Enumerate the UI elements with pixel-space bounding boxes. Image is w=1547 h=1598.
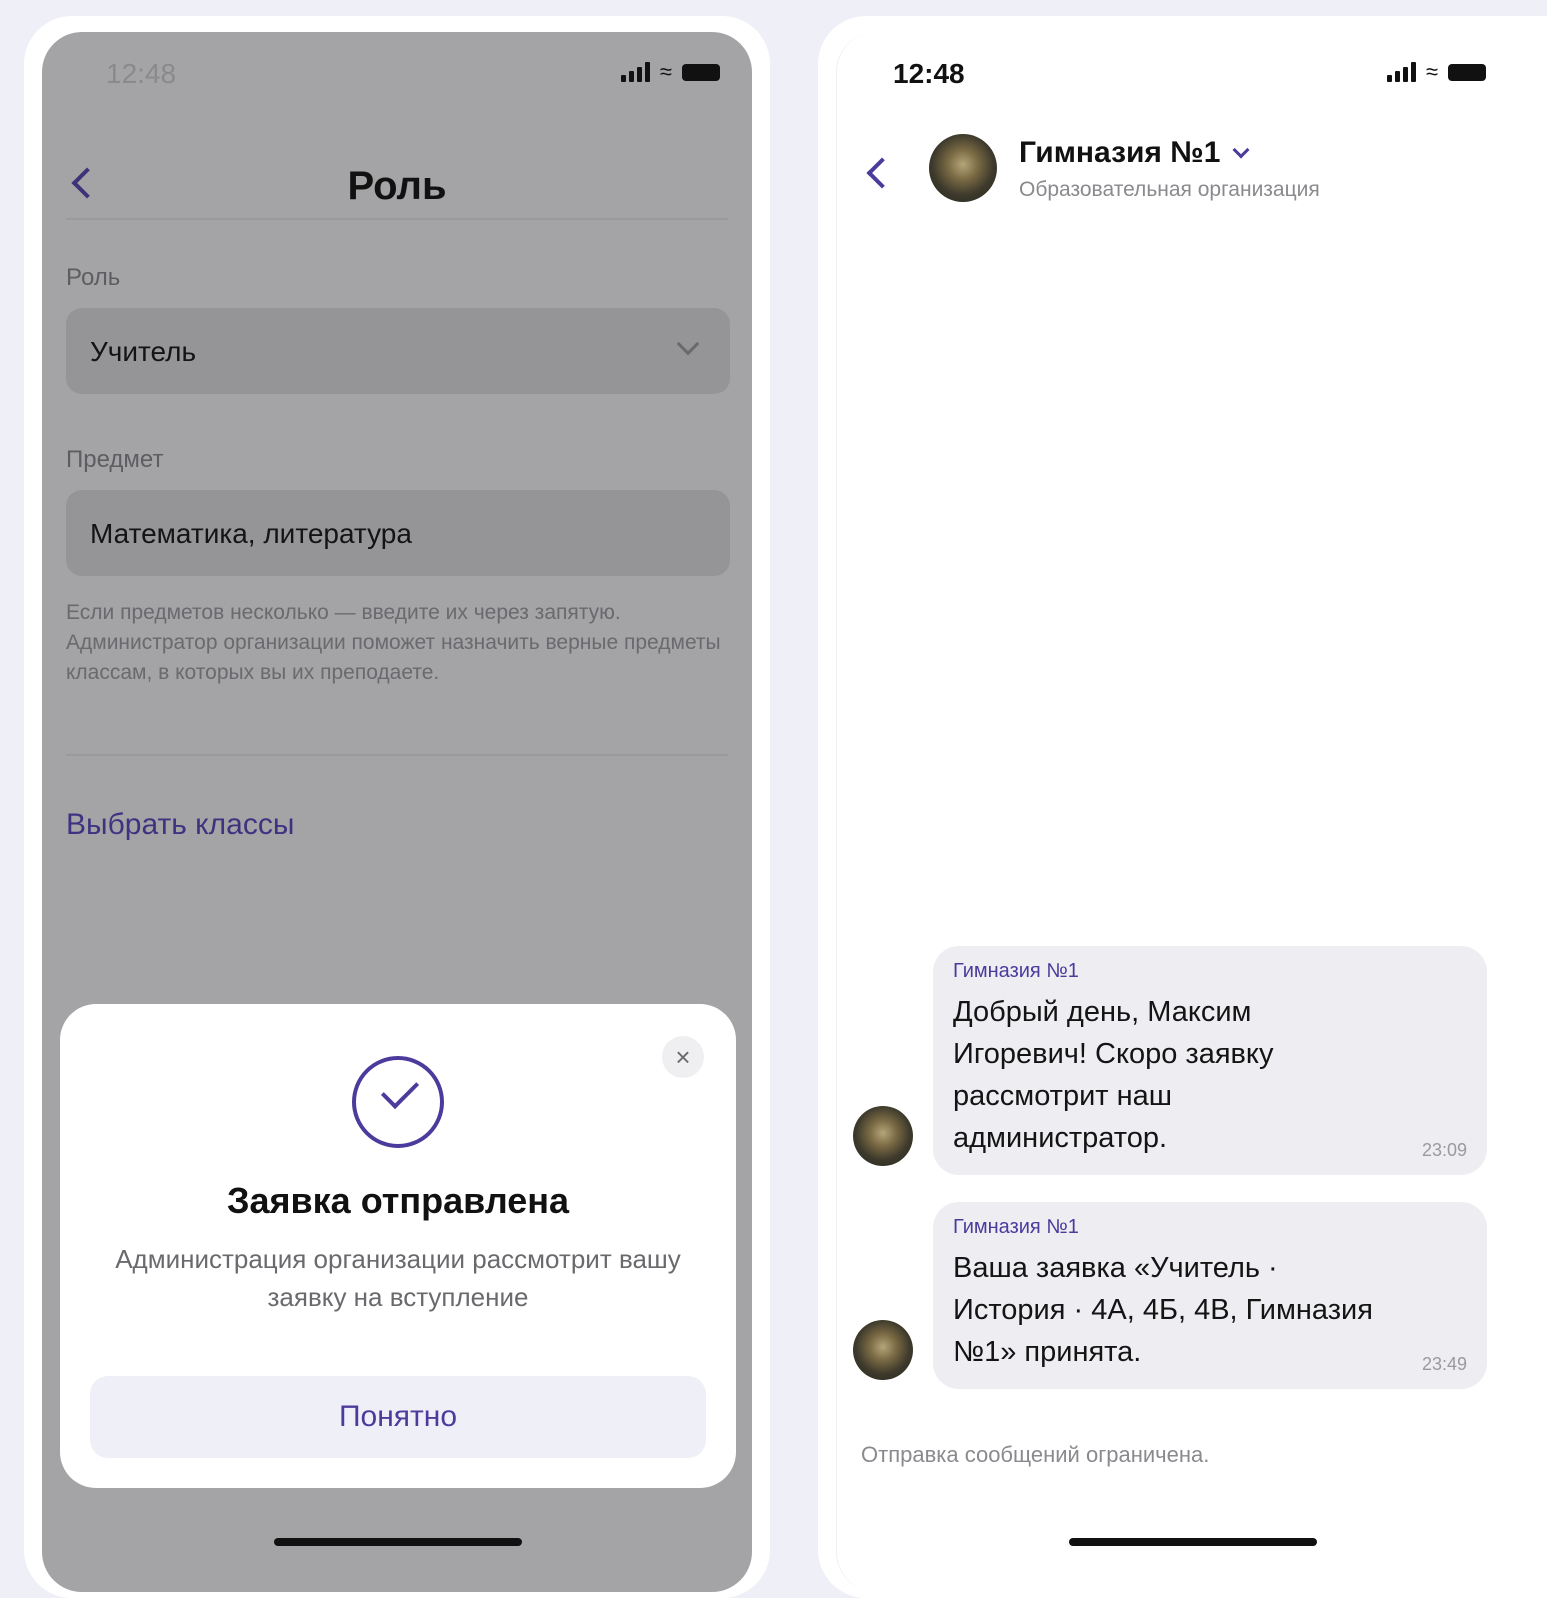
message-text: Добрый день, Максим Игоревич! Скоро заяв… [953, 996, 1274, 1154]
message-bubble: Гимназия №1 Ваша заявка «Учитель · Истор… [933, 1202, 1487, 1389]
subject-value: Математика, литература [90, 518, 412, 549]
role-value: Учитель [90, 336, 197, 367]
signal-icon [1387, 62, 1416, 82]
battery-icon [682, 63, 720, 81]
chat-subtitle: Образовательная организация [1019, 178, 1320, 201]
home-indicator [274, 1538, 522, 1546]
message-time: 23:09 [1421, 1140, 1467, 1160]
chevron-down-icon[interactable] [1232, 141, 1250, 159]
chat-avatar[interactable] [929, 134, 997, 202]
wifi-icon: ≈ [1426, 59, 1439, 84]
subject-hint: Если предметов несколько — введите их че… [66, 601, 721, 684]
chat-name[interactable]: Гимназия №1 [1019, 136, 1220, 170]
signal-icon [620, 62, 650, 82]
ok-button[interactable]: Понятно [90, 1376, 706, 1458]
close-icon[interactable]: × [662, 1036, 704, 1078]
chevron-down-icon [676, 332, 700, 356]
request-sent-modal: × Заявка отправлена Администрация органи… [60, 1004, 736, 1488]
message-bubble: Гимназия №1 Добрый день, Максим Игоревич… [933, 946, 1487, 1175]
home-indicator [1069, 1538, 1317, 1546]
status-bar: 12:48 ≈ [42, 32, 752, 112]
message-text: Ваша заявка «Учитель · История · 4А, 4Б,… [953, 1252, 1373, 1368]
subject-input[interactable]: Математика, литература [66, 490, 730, 576]
role-screen: 12:48 ≈ Роль Роль Учитель Предмет Матема… [42, 32, 752, 1592]
status-time: 12:48 [106, 58, 177, 89]
modal-text: Администрация организации рассмотрит ваш… [115, 1244, 681, 1312]
modal-title: Заявка отправлена [226, 1180, 570, 1221]
message-avatar [853, 1106, 913, 1166]
header-divider [66, 218, 728, 220]
wifi-icon: ≈ [659, 59, 672, 84]
choose-classes-link[interactable]: Выбрать классы [66, 808, 294, 842]
battery-icon [1448, 63, 1487, 81]
role-select[interactable]: Учитель [66, 308, 730, 394]
role-label: Роль [66, 264, 121, 291]
message-sender: Гимназия №1 [953, 960, 1079, 982]
success-check-icon [352, 1056, 444, 1148]
section-divider [66, 754, 728, 756]
page-title: Роль [347, 164, 447, 208]
status-icons: ≈ [620, 59, 720, 84]
messaging-restricted-notice: Отправка сообщений ограничена. [861, 1442, 1210, 1467]
back-icon[interactable] [866, 157, 898, 189]
message-sender: Гимназия №1 [953, 1216, 1079, 1238]
message-avatar [853, 1320, 913, 1380]
status-icons: ≈ [1387, 59, 1487, 84]
chat-screen: 12:48 ≈ Гимназия №1 Образовательная орга… [836, 32, 1547, 1592]
message-time: 23:49 [1421, 1354, 1467, 1374]
subject-label: Предмет [66, 446, 164, 473]
status-time: 12:48 [893, 58, 965, 89]
